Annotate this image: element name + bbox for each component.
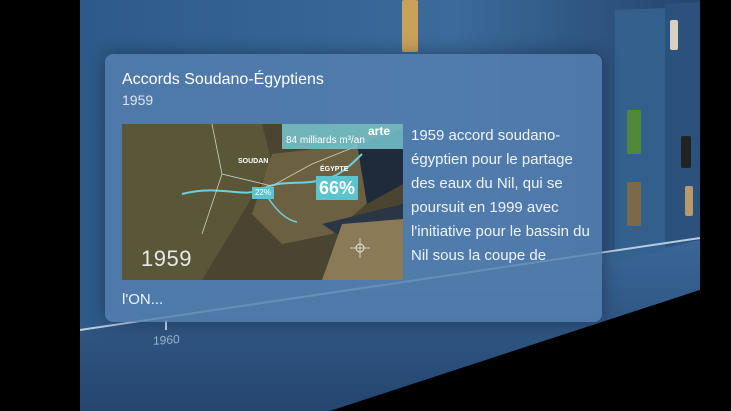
map-percent-egypte: 66% <box>316 176 358 200</box>
map-year-overlay: 1959 <box>141 246 192 271</box>
map-percent-soudan: 22% <box>252 187 274 199</box>
wall-thumbnail[interactable] <box>670 20 678 50</box>
map-brand-logo: arte <box>368 124 391 138</box>
wall-thumbnail[interactable] <box>627 110 641 154</box>
wall-thumbnail[interactable] <box>627 182 641 226</box>
card-description: 1959 accord soudano-égyptien pour le par… <box>411 127 590 264</box>
card-year: 1959 <box>122 92 154 108</box>
card-image[interactable]: 84 milliards m³/an arte SOUDAN ÉGYPTE 66… <box>122 124 403 280</box>
map-header-text: 84 milliards m³/an <box>286 135 365 146</box>
card-title: Accords Soudano-Égyptiens <box>122 71 324 88</box>
map-label-egypte: ÉGYPTE <box>320 166 349 173</box>
timeline-year-label: 1960 <box>153 332 180 348</box>
wall-thumbnail[interactable] <box>402 0 418 52</box>
event-card[interactable]: Accords Soudano-Égyptiens 1959 84 millia… <box>105 54 602 322</box>
timeline-stage: 1960 Accords Soudano-Égyptiens 1959 84 m… <box>0 0 731 411</box>
card-description-continuation: l'ON... <box>122 291 164 308</box>
wall-thumbnail[interactable] <box>685 186 693 216</box>
map-label-soudan: SOUDAN <box>238 158 269 165</box>
wall-thumbnail[interactable] <box>681 136 691 168</box>
